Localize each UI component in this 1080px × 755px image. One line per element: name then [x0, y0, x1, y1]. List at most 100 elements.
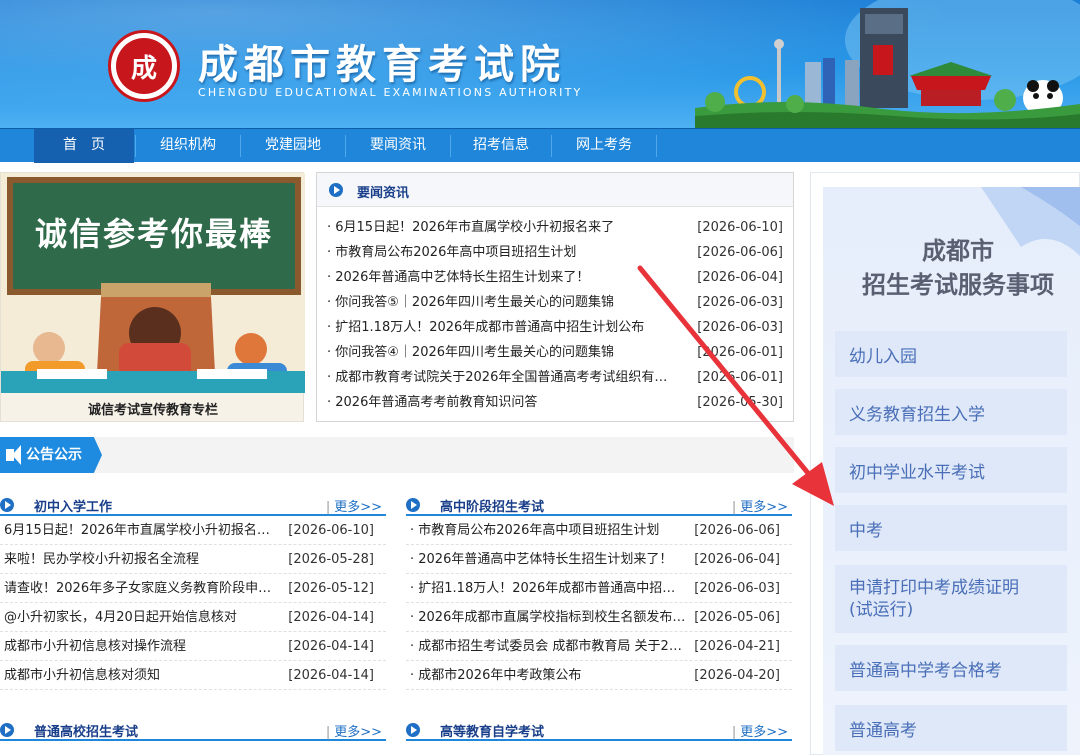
nav-divider [656, 135, 657, 157]
service-high-school-qualification-test[interactable]: 普通高中学考合格考 [835, 645, 1067, 691]
news-item[interactable]: · 2026年普通高考考前教育知识问答 [2026-05-30] [327, 390, 793, 415]
list-item-date: [2026-06-04] [694, 552, 780, 567]
service-label: 中考 [849, 520, 883, 541]
services-panel: 成都市 招生考试服务事项 幼儿入园 义务教育招生入学 初中学业水平考试 中考 申… [810, 172, 1080, 755]
integrity-banner[interactable]: 诚信参考你最棒 诚信考试宣传教育专栏 [0, 172, 305, 422]
section-header: 普通高校招生考试 更多>> [0, 719, 386, 741]
section-header: 高等教育自学考试 更多>> [406, 719, 792, 741]
list-item-date: [2026-04-14] [288, 610, 374, 625]
list-item-date: [2026-04-20] [694, 668, 780, 683]
news-item[interactable]: · 成都市教育考试院关于2026年全国普通高考考试组织有关事项的通告 [2026-… [327, 365, 793, 390]
nav-organization[interactable]: 组织机构 [136, 129, 240, 163]
section-header: 初中入学工作 更多>> [0, 494, 386, 516]
news-item-title[interactable]: · 你问我答④｜2026年四川考生最关心的问题集锦 [327, 340, 677, 365]
list-item[interactable]: · 扩招1.18万人！2026年成都市普通高中招生计划公布 [2026-06-03… [406, 574, 792, 603]
list-item-date: [2026-06-06] [694, 523, 780, 538]
news-item[interactable]: · 你问我答⑤｜2026年四川考生最关心的问题集锦 [2026-06-03] [327, 290, 793, 315]
news-item[interactable]: · 2026年普通高中艺体特长生招生计划来了！ [2026-06-04] [327, 265, 793, 290]
list-item[interactable]: · 2026年成都市直属学校指标到校生名额发布及说明 [2026-05-06] [406, 603, 792, 632]
list-item-title[interactable]: · 2026年成都市直属学校指标到校生名额发布及说明 [410, 603, 686, 632]
news-item-title[interactable]: · 2026年普通高考考前教育知识问答 [327, 390, 677, 415]
service-gaokao[interactable]: 普通高考 [835, 705, 1067, 751]
service-label: 申请打印中考成绩证明 [849, 578, 1019, 598]
service-label: 普通高考 [849, 720, 917, 741]
list-item[interactable]: 成都市小升初信息核对操作流程 [2026-04-14] [0, 632, 386, 661]
speaker-icon [6, 445, 21, 465]
list-item[interactable]: · 成都市招生考试委员会 成都市教育局 关于2026年有关事项的通知 [2026-… [406, 632, 792, 661]
services-title-line2: 招生考试服务事项 [862, 271, 1054, 299]
nav-party-building[interactable]: 党建园地 [241, 129, 345, 163]
section-college-entry: 普通高校招生考试 更多>> [0, 719, 386, 741]
news-item-date: [2026-06-01] [697, 370, 783, 385]
list-item-date: [2026-04-14] [288, 668, 374, 683]
section-title[interactable]: 普通高校招生考试 [34, 721, 138, 740]
list-item-title[interactable]: 成都市小升初信息核对须知 [4, 661, 280, 690]
service-label: 初中学业水平考试 [849, 462, 985, 483]
list-item-title[interactable]: 6月15日起！2026年市直属学校小升初报名来了 [4, 516, 280, 545]
list-item-title[interactable]: 成都市小升初信息核对操作流程 [4, 632, 280, 661]
list-item-title[interactable]: · 成都市招生考试委员会 成都市教育局 关于2026年有关事项的通知 [410, 632, 686, 661]
list-item[interactable]: 成都市小升初信息核对须知 [2026-04-14] [0, 661, 386, 690]
more-link[interactable]: 更多>> [732, 496, 788, 515]
list-item-title[interactable]: · 2026年普通高中艺体特长生招生计划来了！ [410, 545, 686, 574]
announcement-label: 公告公示 [26, 447, 82, 463]
news-item-title[interactable]: · 你问我答⑤｜2026年四川考生最关心的问题集锦 [327, 290, 677, 315]
list-item[interactable]: · 成都市2026年中考政策公布 [2026-04-20] [406, 661, 792, 690]
list-item[interactable]: · 2026年普通高中艺体特长生招生计划来了！ [2026-06-04] [406, 545, 792, 574]
news-item-title[interactable]: · 2026年普通高中艺体特长生招生计划来了！ [327, 265, 677, 290]
news-item-date: [2026-06-03] [697, 320, 783, 335]
site-header: 成 成都市教育考试院 CHENGDU EDUCATIONAL EXAMINATI… [0, 0, 1080, 128]
list-item-title[interactable]: · 市教育局公布2026年高中项目班招生计划 [410, 516, 686, 545]
list-item[interactable]: 请查收！2026年多子女家庭义务教育阶段申请就近入学 [2026-05-12] [0, 574, 386, 603]
announcement-tab[interactable]: 公告公示 [0, 437, 102, 473]
news-item-title[interactable]: · 6月15日起！2026年市直属学校小升初报名来了 [327, 215, 677, 240]
list-item-title[interactable]: · 成都市2026年中考政策公布 [410, 661, 686, 690]
section-header: 高中阶段招生考试 更多>> [406, 494, 792, 516]
section-senior-entry: 高中阶段招生考试 更多>> · 市教育局公布2026年高中项目班招生计划 [202… [406, 494, 792, 690]
news-panel-title[interactable]: 要闻资讯 [357, 182, 409, 201]
news-item-title[interactable]: · 扩招1.18万人！2026年成都市普通高中招生计划公布 [327, 315, 677, 340]
news-item[interactable]: · 6月15日起！2026年市直属学校小升初报名来了 [2026-06-10] [327, 215, 793, 240]
section-play-icon [0, 723, 14, 737]
news-panel-header: 要闻资讯 [317, 173, 793, 207]
site-subtitle: CHENGDU EDUCATIONAL EXAMINATIONS AUTHORI… [198, 86, 583, 99]
services-title-line1: 成都市 [922, 237, 994, 265]
nav-admission-info[interactable]: 招考信息 [451, 129, 551, 163]
news-item-title[interactable]: · 成都市教育考试院关于2026年全国普通高考考试组织有关事项的通告 [327, 365, 677, 390]
integrity-banner-illustration [1, 173, 305, 393]
news-item-title[interactable]: · 市教育局公布2026年高中项目班招生计划 [327, 240, 677, 265]
service-zhongkao[interactable]: 中考 [835, 505, 1067, 551]
service-label: 普通高中学考合格考 [849, 660, 1002, 681]
list-item[interactable]: @小升初家长，4月20日起开始信息核对 [2026-04-14] [0, 603, 386, 632]
news-panel: 要闻资讯 · 6月15日起！2026年市直属学校小升初报名来了 [2026-06-… [316, 172, 794, 422]
service-junior-academic-test[interactable]: 初中学业水平考试 [835, 447, 1067, 493]
news-item-date: [2026-06-06] [697, 245, 783, 260]
news-item[interactable]: · 你问我答④｜2026年四川考生最关心的问题集锦 [2026-06-01] [327, 340, 793, 365]
section-title[interactable]: 高中阶段招生考试 [440, 496, 544, 515]
nav-online-exam-affairs[interactable]: 网上考务 [552, 129, 656, 163]
nav-news[interactable]: 要闻资讯 [346, 129, 450, 163]
list-item[interactable]: · 市教育局公布2026年高中项目班招生计划 [2026-06-06] [406, 516, 792, 545]
list-item[interactable]: 6月15日起！2026年市直属学校小升初报名来了 [2026-06-10] [0, 516, 386, 545]
list-item[interactable]: 来啦！民办学校小升初报名全流程 [2026-05-28] [0, 545, 386, 574]
list-item-title[interactable]: 来啦！民办学校小升初报名全流程 [4, 545, 280, 574]
banner-caption[interactable]: 诚信考试宣传教育专栏 [1, 399, 305, 418]
more-link[interactable]: 更多>> [326, 496, 382, 515]
site-logo[interactable]: 成 [108, 30, 180, 102]
service-print-score-certificate[interactable]: 申请打印中考成绩证明 (试运行) [835, 565, 1067, 633]
news-item-date: [2026-05-30] [697, 395, 783, 410]
service-kindergarten[interactable]: 幼儿入园 [835, 331, 1067, 377]
list-item-title[interactable]: 请查收！2026年多子女家庭义务教育阶段申请就近入学 [4, 574, 280, 603]
list-item-title[interactable]: · 扩招1.18万人！2026年成都市普通高中招生计划公布 [410, 574, 686, 603]
news-item[interactable]: · 扩招1.18万人！2026年成都市普通高中招生计划公布 [2026-06-03… [327, 315, 793, 340]
news-item[interactable]: · 市教育局公布2026年高中项目班招生计划 [2026-06-06] [327, 240, 793, 265]
section-title[interactable]: 初中入学工作 [34, 496, 112, 515]
nav-home[interactable]: 首 页 [34, 129, 134, 163]
service-compulsory-education[interactable]: 义务教育招生入学 [835, 389, 1067, 435]
more-link[interactable]: 更多>> [326, 721, 382, 740]
section-title[interactable]: 高等教育自学考试 [440, 721, 544, 740]
news-item-date: [2026-06-01] [697, 345, 783, 360]
list-item-title[interactable]: @小升初家长，4月20日起开始信息核对 [4, 603, 280, 632]
logo-glyph: 成 [130, 53, 157, 84]
more-link[interactable]: 更多>> [732, 721, 788, 740]
